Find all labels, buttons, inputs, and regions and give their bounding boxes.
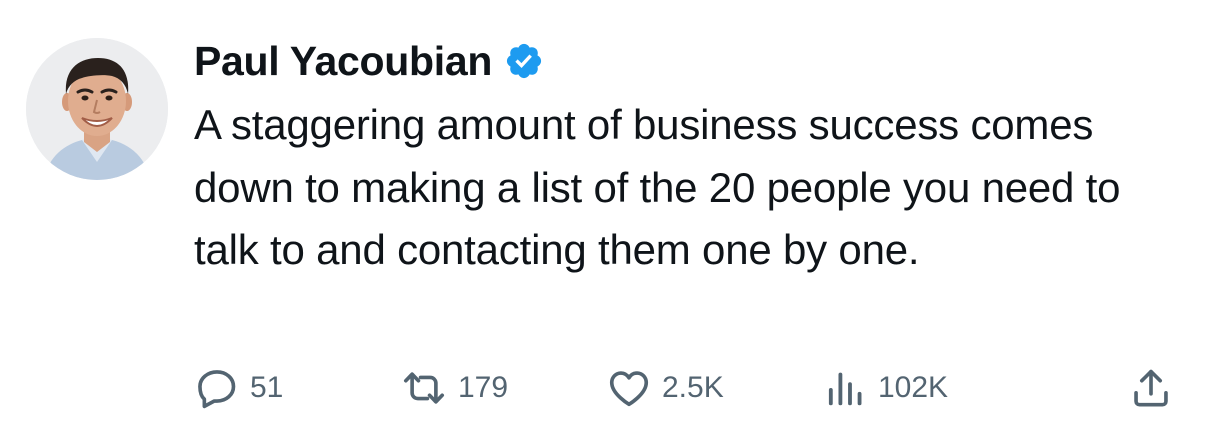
views-count: 102K xyxy=(878,371,949,404)
like-count: 2.5K xyxy=(662,371,724,404)
author-avatar[interactable] xyxy=(26,38,168,180)
retweet-icon xyxy=(403,372,445,404)
views-button[interactable]: 102K xyxy=(822,360,948,416)
reply-icon xyxy=(198,370,236,409)
reply-count: 51 xyxy=(250,371,284,404)
tweet-card: Paul Yacoubian A staggering amount of bu… xyxy=(0,0,1206,441)
heart-icon xyxy=(609,371,649,407)
views-chart-icon xyxy=(828,372,862,406)
retweet-count: 179 xyxy=(458,371,509,404)
tweet-header: Paul Yacoubian xyxy=(194,36,544,86)
profile-photo xyxy=(26,38,168,180)
retweet-button[interactable]: 179 xyxy=(400,360,508,416)
share-button[interactable] xyxy=(1128,360,1174,416)
reply-button[interactable]: 51 xyxy=(194,360,283,416)
share-icon xyxy=(1134,369,1168,407)
like-button[interactable]: 2.5K xyxy=(606,360,724,416)
author-name[interactable]: Paul Yacoubian xyxy=(194,36,492,86)
tweet-actions: 51 179 2.5K 102K xyxy=(194,360,1184,416)
verified-badge-icon xyxy=(504,41,544,81)
tweet-text: A staggering amount of business success … xyxy=(194,101,1121,273)
